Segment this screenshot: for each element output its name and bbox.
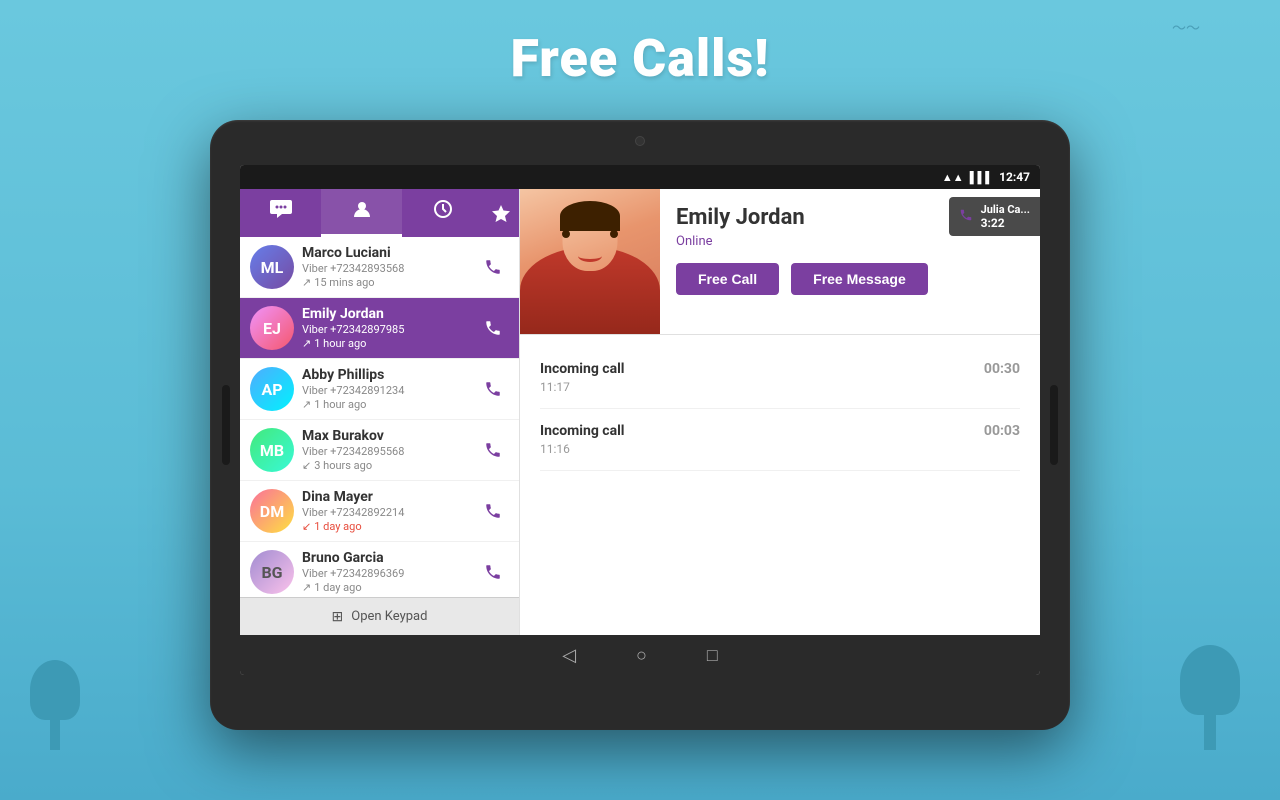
free-message-button[interactable]: Free Message (791, 263, 928, 295)
avatar-marco: ML (250, 245, 294, 289)
right-panel: Emily Jordan Online Free Call Free Messa… (520, 189, 1040, 635)
contact-name-emily: Emily Jordan (302, 306, 469, 322)
contact-item-max[interactable]: MB Max Burakov Viber +72342895568 ↙3 hou… (240, 420, 519, 481)
tablet-device: ▲▲ ▌▌▌ 12:47 (210, 120, 1070, 730)
call-btn-emily[interactable] (477, 312, 509, 344)
keypad-bar-label: Open Keypad (351, 609, 427, 624)
contact-phone-max: Viber +72342895568 (302, 445, 469, 458)
speaker-left (222, 385, 230, 465)
avatar-abby: AP (250, 367, 294, 411)
call-entry-info-0: Incoming call 11:17 (540, 361, 984, 394)
call-btn-bruno[interactable] (477, 556, 509, 588)
contact-list: ML Marco Luciani Viber +72342893568 ↗15 … (240, 237, 519, 597)
contact-phone-bruno: Viber +72342896369 (302, 567, 469, 580)
free-call-button[interactable]: Free Call (676, 263, 779, 295)
call-toast[interactable]: Julia Ca... 3:22 (949, 197, 1040, 236)
keypad-bar[interactable]: ⊞ Open Keypad (240, 597, 519, 635)
call-btn-max[interactable] (477, 434, 509, 466)
contact-info-abby: Abby Phillips Viber +72342891234 ↗1 hour… (302, 367, 469, 411)
call-history: Incoming call 11:17 00:30 Incoming call … (520, 335, 1040, 635)
status-bar: ▲▲ ▌▌▌ 12:47 (240, 165, 1040, 189)
avatar-dina: DM (250, 489, 294, 533)
tab-recents[interactable] (402, 189, 483, 237)
avatar-max: MB (250, 428, 294, 472)
call-btn-abby[interactable] (477, 373, 509, 405)
chat-icon (270, 200, 292, 223)
recents-icon (433, 199, 453, 224)
tab-favorites[interactable] (483, 189, 519, 237)
profile-actions: Free Call Free Message (676, 263, 1024, 295)
call-toast-name: Julia Ca... (981, 203, 1030, 216)
contact-phone-dina: Viber +72342892214 (302, 506, 469, 519)
contact-name-max: Max Burakov (302, 428, 469, 444)
tree-right (1180, 645, 1240, 750)
contact-time-abby: ↗1 hour ago (302, 398, 469, 411)
call-entry-duration-1: 00:03 (984, 423, 1020, 439)
contact-phone-abby: Viber +72342891234 (302, 384, 469, 397)
contact-item-marco[interactable]: ML Marco Luciani Viber +72342893568 ↗15 … (240, 237, 519, 298)
signal-icon: ▌▌▌ (970, 171, 993, 184)
contacts-icon (352, 199, 372, 224)
contact-name-dina: Dina Mayer (302, 489, 469, 505)
call-entry-info-1: Incoming call 11:16 (540, 423, 984, 456)
contact-item-dina[interactable]: DM Dina Mayer Viber +72342892214 ↙1 day … (240, 481, 519, 542)
contact-info-emily: Emily Jordan Viber +72342897985 ↗1 hour … (302, 306, 469, 350)
contact-name-bruno: Bruno Garcia (302, 550, 469, 566)
contact-name-marco: Marco Luciani (302, 245, 469, 261)
call-entry-1: Incoming call 11:16 00:03 (540, 409, 1020, 471)
contact-phone-marco: Viber +72342893568 (302, 262, 469, 275)
contact-name-abby: Abby Phillips (302, 367, 469, 383)
call-btn-marco[interactable] (477, 251, 509, 283)
call-entry-duration-0: 00:30 (984, 361, 1020, 377)
contact-item-bruno[interactable]: BG Bruno Garcia Viber +72342896369 ↗1 da… (240, 542, 519, 597)
contact-time-emily: ↗1 hour ago (302, 337, 469, 350)
profile-photo (520, 189, 660, 334)
camera (635, 136, 645, 146)
call-toast-duration: 3:22 (981, 216, 1030, 230)
call-btn-dina[interactable] (477, 495, 509, 527)
tablet-screen: ▲▲ ▌▌▌ 12:47 (240, 165, 1040, 675)
home-button[interactable]: ○ (636, 645, 647, 666)
avatar-bruno: BG (250, 550, 294, 594)
bottom-nav: ◁ ○ □ (240, 635, 1040, 675)
wifi-icon: ▲▲ (942, 171, 964, 184)
back-button[interactable]: ◁ (562, 645, 576, 666)
contact-time-bruno: ↗1 day ago (302, 581, 469, 594)
contact-info-dina: Dina Mayer Viber +72342892214 ↙1 day ago (302, 489, 469, 533)
contact-time-marco: ↗15 mins ago (302, 276, 469, 289)
keypad-grid-icon: ⊞ (332, 609, 344, 625)
avatar-emily: EJ (250, 306, 294, 350)
tab-contacts[interactable] (321, 189, 402, 237)
call-toast-info: Julia Ca... 3:22 (981, 203, 1030, 230)
contact-info-bruno: Bruno Garcia Viber +72342896369 ↗1 day a… (302, 550, 469, 594)
profile-status: Online (676, 234, 1024, 249)
contact-item-emily[interactable]: EJ Emily Jordan Viber +72342897985 ↗1 ho… (240, 298, 519, 359)
status-time: 12:47 (999, 170, 1030, 184)
contact-item-abby[interactable]: AP Abby Phillips Viber +72342891234 ↗1 h… (240, 359, 519, 420)
call-entry-type-1: Incoming call (540, 423, 984, 439)
call-toast-icon (959, 208, 973, 226)
page-title: Free Calls! (0, 28, 1280, 89)
speaker-right (1050, 385, 1058, 465)
call-entry-type-0: Incoming call (540, 361, 984, 377)
call-entry-0: Incoming call 11:17 00:30 (540, 347, 1020, 409)
app-container: ML Marco Luciani Viber +72342893568 ↗15 … (240, 189, 1040, 635)
contact-info-max: Max Burakov Viber +72342895568 ↙3 hours … (302, 428, 469, 472)
call-entry-time-0: 11:17 (540, 380, 984, 394)
profile-header: Emily Jordan Online Free Call Free Messa… (520, 189, 1040, 335)
tree-left (30, 660, 80, 750)
left-panel: ML Marco Luciani Viber +72342893568 ↗15 … (240, 189, 520, 635)
contact-time-max: ↙3 hours ago (302, 459, 469, 472)
contact-time-dina: ↙1 day ago (302, 520, 469, 533)
tab-chat[interactable] (240, 189, 321, 237)
contact-phone-emily: Viber +72342897985 (302, 323, 469, 336)
recents-button[interactable]: □ (707, 645, 718, 666)
contact-info-marco: Marco Luciani Viber +72342893568 ↗15 min… (302, 245, 469, 289)
call-entry-time-1: 11:16 (540, 442, 984, 456)
tab-bar (240, 189, 519, 237)
